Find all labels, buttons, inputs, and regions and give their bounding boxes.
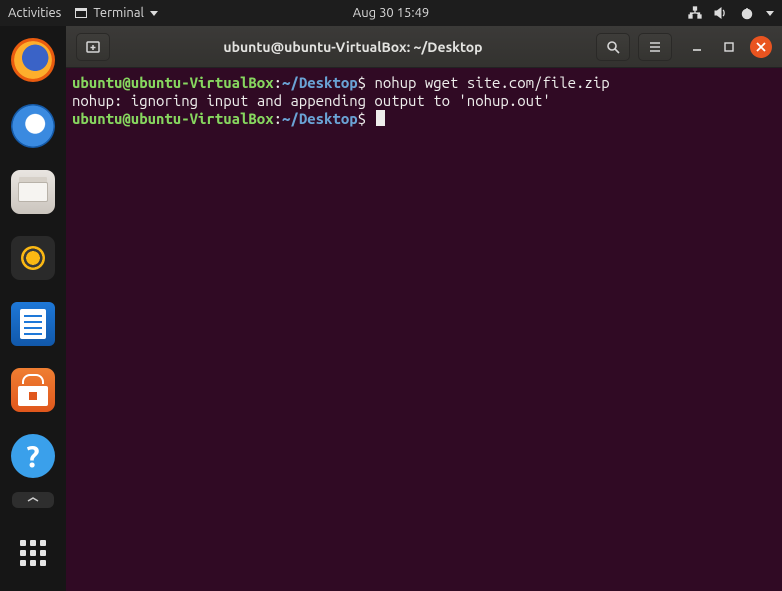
software-icon bbox=[11, 368, 55, 412]
dock-item-rhythmbox[interactable] bbox=[9, 234, 57, 282]
close-button[interactable] bbox=[750, 36, 772, 58]
terminal-window: ubuntu@ubuntu-VirtualBox: ~/Desktop ubun… bbox=[66, 26, 782, 591]
maximize-button[interactable] bbox=[718, 36, 740, 58]
terminal-body[interactable]: ubuntu@ubuntu-VirtualBox:~/Desktop$ nohu… bbox=[66, 68, 782, 591]
thunderbird-icon bbox=[11, 104, 55, 148]
prompt-symbol: $ bbox=[358, 110, 366, 127]
output-line: nohup: ignoring input and appending outp… bbox=[72, 92, 551, 109]
show-applications-button[interactable] bbox=[9, 529, 57, 577]
system-menu-chevron-icon[interactable] bbox=[766, 11, 774, 16]
dock-item-help[interactable]: ? bbox=[9, 432, 57, 480]
dock-item-files[interactable] bbox=[9, 168, 57, 216]
apps-grid-icon bbox=[20, 540, 46, 566]
rhythmbox-icon bbox=[11, 236, 55, 280]
writer-icon bbox=[11, 302, 55, 346]
dock-item-firefox[interactable] bbox=[9, 36, 57, 84]
files-icon bbox=[11, 170, 55, 214]
help-icon: ? bbox=[11, 434, 55, 478]
dock-item-writer[interactable] bbox=[9, 300, 57, 348]
cursor bbox=[376, 110, 385, 126]
prompt-user: ubuntu@ubuntu-VirtualBox bbox=[72, 110, 274, 127]
search-button[interactable] bbox=[596, 33, 630, 61]
dock: ? bbox=[0, 26, 66, 591]
prompt-path: ~/Desktop bbox=[282, 110, 358, 127]
activities-button[interactable]: Activities bbox=[8, 6, 61, 20]
command-text: nohup wget site.com/file.zip bbox=[374, 74, 609, 91]
top-panel: Activities Terminal Aug 30 15:49 bbox=[0, 0, 782, 26]
app-menu[interactable]: Terminal bbox=[75, 6, 158, 20]
prompt-symbol: $ bbox=[358, 74, 366, 91]
volume-icon[interactable] bbox=[714, 6, 728, 20]
clock[interactable]: Aug 30 15:49 bbox=[353, 6, 430, 20]
minimize-button[interactable] bbox=[686, 36, 708, 58]
app-menu-label: Terminal bbox=[93, 6, 144, 20]
window-title: ubuntu@ubuntu-VirtualBox: ~/Desktop bbox=[118, 39, 588, 55]
prompt-user: ubuntu@ubuntu-VirtualBox bbox=[72, 74, 274, 91]
prompt-path: ~/Desktop bbox=[282, 74, 358, 91]
terminal-icon bbox=[75, 8, 87, 18]
network-icon[interactable] bbox=[688, 6, 702, 20]
dock-item-software[interactable] bbox=[9, 366, 57, 414]
dock-overflow[interactable] bbox=[12, 492, 54, 508]
new-tab-button[interactable] bbox=[76, 33, 110, 61]
power-icon[interactable] bbox=[740, 6, 754, 20]
dock-item-thunderbird[interactable] bbox=[9, 102, 57, 150]
prompt-sep: : bbox=[274, 110, 282, 127]
firefox-icon bbox=[11, 38, 55, 82]
window-titlebar[interactable]: ubuntu@ubuntu-VirtualBox: ~/Desktop bbox=[66, 26, 782, 68]
hamburger-menu-button[interactable] bbox=[638, 33, 672, 61]
prompt-sep: : bbox=[274, 74, 282, 91]
chevron-down-icon bbox=[150, 11, 158, 16]
